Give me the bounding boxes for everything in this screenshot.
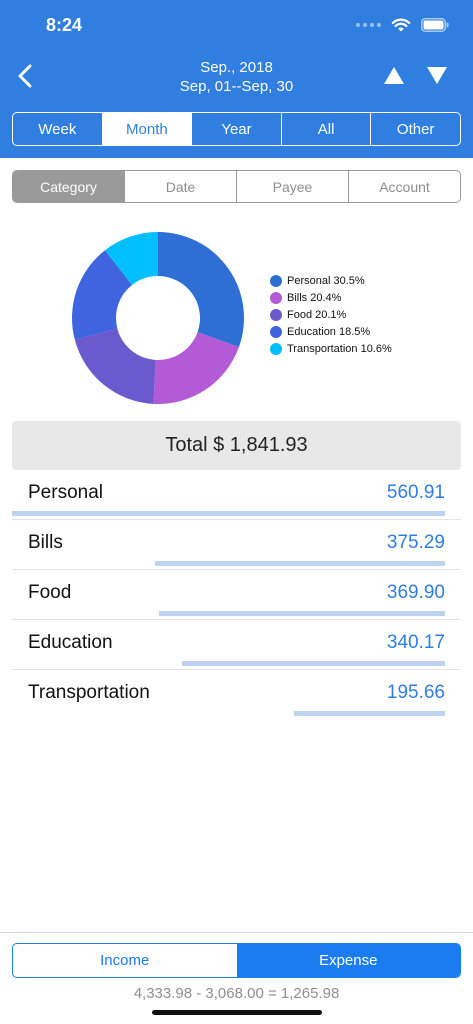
category-donut-chart[interactable] <box>68 228 248 408</box>
home-indicator <box>152 1010 322 1015</box>
amount-bar <box>12 511 445 516</box>
list-item-bills[interactable]: Bills 375.29 <box>12 520 461 570</box>
legend-label: Bills 20.4% <box>287 291 342 304</box>
legend-item: Personal 30.5% <box>270 272 392 289</box>
tab-account[interactable]: Account <box>349 171 460 202</box>
legend-item: Food 20.1% <box>270 306 392 323</box>
triangle-down-icon <box>427 66 447 84</box>
category-amount: 369.90 <box>386 582 445 603</box>
legend-swatch <box>270 342 282 355</box>
back-button[interactable] <box>10 58 40 94</box>
category-amount: 560.91 <box>386 482 445 503</box>
tab-year[interactable]: Year <box>192 113 282 145</box>
donut-slice-bills[interactable] <box>153 332 239 404</box>
category-name: Bills <box>28 532 63 553</box>
category-amount: 340.17 <box>386 632 445 653</box>
list-item-food[interactable]: Food 369.90 <box>12 570 461 620</box>
tab-week[interactable]: Week <box>13 113 103 145</box>
group-by-selector: Category Date Payee Account <box>12 170 461 203</box>
category-name: Personal <box>28 482 103 503</box>
period-title: Sep., 2018 Sep, 01--Sep, 30 <box>120 58 353 96</box>
legend-label: Personal 30.5% <box>287 274 365 287</box>
tab-category[interactable]: Category <box>13 171 125 202</box>
legend-swatch <box>270 308 282 321</box>
category-amount: 375.29 <box>386 532 445 553</box>
next-period-button[interactable] <box>423 62 451 88</box>
donut-slice-personal[interactable] <box>158 232 245 347</box>
header-bar: 8:24 Sep., 2018 Sep, 01--Sep, 30 Week Mo… <box>0 0 473 158</box>
category-list: Personal 560.91 Bills 375.29 Food 369.90 Educa… <box>12 470 461 720</box>
cellular-signal-icon <box>356 23 381 27</box>
category-name: Food <box>28 582 72 603</box>
amount-bar <box>182 661 445 666</box>
legend-item: Transportation 10.6% <box>270 340 392 357</box>
legend-label: Transportation 10.6% <box>287 342 392 355</box>
period-range-selector: Week Month Year All Other <box>12 112 461 146</box>
tab-income[interactable]: Income <box>13 944 237 977</box>
tab-expense[interactable]: Expense <box>236 944 460 977</box>
period-month: Sep., 2018 <box>200 59 273 76</box>
legend-label: Food 20.1% <box>287 308 347 321</box>
previous-period-button[interactable] <box>380 62 408 88</box>
total-amount: Total $ 1,841.93 <box>12 421 461 470</box>
category-name: Transportation <box>28 682 150 703</box>
amount-bar <box>294 711 445 716</box>
wifi-icon <box>391 18 411 31</box>
category-amount: 195.66 <box>386 682 445 703</box>
income-expense-selector: Income Expense <box>12 943 461 978</box>
amount-bar <box>159 611 445 616</box>
legend-item: Bills 20.4% <box>270 289 392 306</box>
chart-legend: Personal 30.5% Bills 20.4% Food 20.1% Educa… <box>270 272 392 357</box>
legend-label: Education 18.5% <box>287 325 371 338</box>
tab-all[interactable]: All <box>282 113 372 145</box>
list-item-personal[interactable]: Personal 560.91 <box>12 470 461 520</box>
category-name: Education <box>28 632 113 653</box>
legend-swatch <box>270 274 282 287</box>
tab-other[interactable]: Other <box>371 113 460 145</box>
balance-formula: 4,333.98 - 3,068.00 = 1,265.98 <box>133 985 340 1002</box>
divider <box>0 932 473 933</box>
list-item-education[interactable]: Education 340.17 <box>12 620 461 670</box>
chevron-left-icon <box>18 64 32 88</box>
battery-icon <box>421 18 449 32</box>
tab-month[interactable]: Month <box>102 113 193 145</box>
tab-payee[interactable]: Payee <box>237 171 349 202</box>
period-range: Sep, 01--Sep, 30 <box>179 78 294 95</box>
legend-swatch <box>270 291 282 304</box>
status-time: 8:24 <box>46 15 83 35</box>
donut-slice-food[interactable] <box>74 328 156 404</box>
tab-date[interactable]: Date <box>125 171 237 202</box>
triangle-up-icon <box>384 66 404 84</box>
amount-bar <box>155 561 445 566</box>
status-icons <box>356 15 449 35</box>
legend-swatch <box>270 325 282 338</box>
legend-item: Education 18.5% <box>270 323 392 340</box>
list-item-transportation[interactable]: Transportation 195.66 <box>12 670 461 720</box>
